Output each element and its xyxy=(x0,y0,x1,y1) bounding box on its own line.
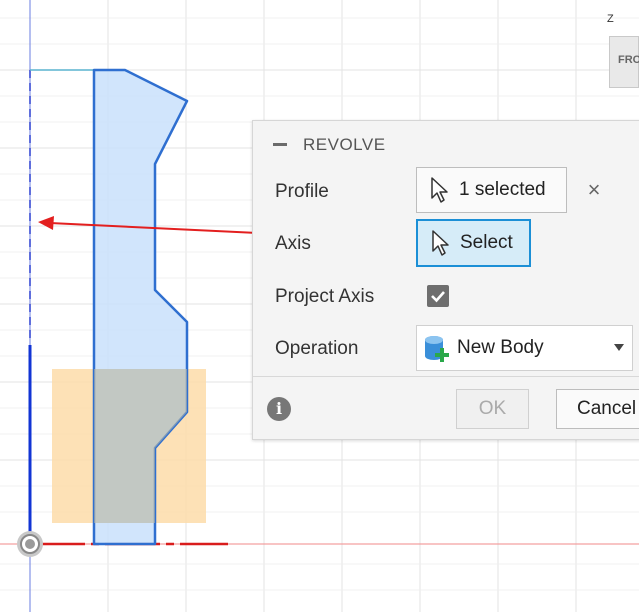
ok-button[interactable]: OK xyxy=(456,389,529,429)
project-axis-checkbox[interactable] xyxy=(427,285,449,307)
cursor-icon xyxy=(432,230,449,256)
operation-dropdown[interactable]: New Body xyxy=(416,325,633,371)
operation-value: New Body xyxy=(457,337,544,358)
axis-label: Axis xyxy=(275,233,311,254)
profile-button-label: 1 selected xyxy=(459,179,546,200)
axis-button-label: Select xyxy=(460,232,513,253)
close-icon[interactable]: × xyxy=(583,179,605,201)
viewcube[interactable]: FRO xyxy=(609,36,639,88)
chevron-down-icon xyxy=(614,344,624,351)
annotation-arrow-head xyxy=(38,216,54,230)
viewcube-z-label: Z xyxy=(607,13,614,25)
profile-label: Profile xyxy=(275,181,329,202)
collapse-icon[interactable] xyxy=(273,143,287,146)
checkmark-icon xyxy=(431,291,445,303)
axis-select-button[interactable]: Select xyxy=(416,219,531,267)
dialog-divider xyxy=(253,376,639,377)
cursor-icon xyxy=(431,177,448,203)
operation-label: Operation xyxy=(275,338,359,359)
dialog-header[interactable]: REVOLVE xyxy=(253,121,639,167)
project-axis-label: Project Axis xyxy=(275,286,375,307)
info-icon[interactable]: i xyxy=(267,397,291,421)
revolve-dialog: REVOLVE Profile 1 selected × Axis Select… xyxy=(252,120,639,440)
viewcube-face-label: FRO xyxy=(618,54,639,66)
new-body-icon xyxy=(425,336,449,362)
dialog-title: REVOLVE xyxy=(303,135,386,154)
profile-select-button[interactable]: 1 selected xyxy=(416,167,567,213)
origin-icon[interactable] xyxy=(17,531,43,557)
cancel-button[interactable]: Cancel xyxy=(556,389,639,429)
